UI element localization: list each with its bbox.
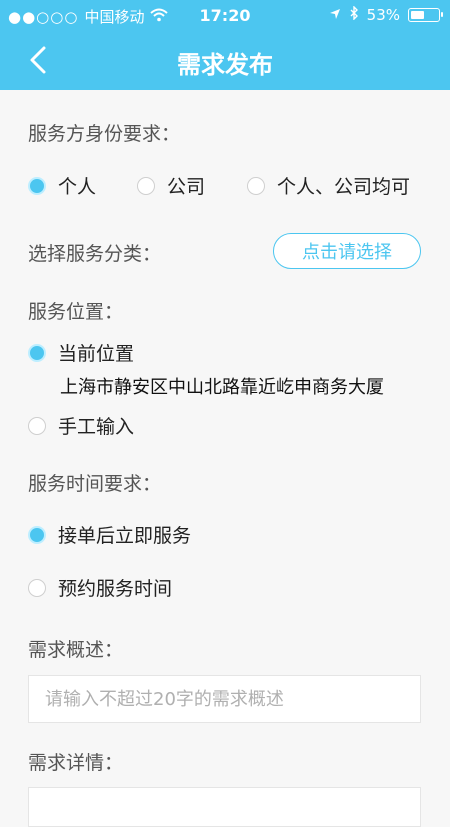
location-option-current[interactable]: 当前位置 [28, 339, 134, 366]
nav-bar: 需求发布 [0, 30, 450, 90]
location-arrow-icon [329, 6, 341, 24]
identity-option-label: 个人 [58, 176, 97, 198]
details-label: 需求详情： [28, 752, 124, 774]
summary-label: 需求概述： [28, 639, 124, 661]
radio-unselected-icon [247, 176, 265, 195]
time-option-immediate[interactable]: 接单后立即服务 [28, 521, 191, 548]
time-option-scheduled[interactable]: 预约服务时间 [28, 574, 172, 601]
time-option-label: 预约服务时间 [58, 578, 173, 600]
radio-selected-icon [28, 525, 46, 544]
summary-field[interactable] [28, 675, 421, 723]
location-option-manual[interactable]: 手工输入 [28, 412, 134, 439]
identity-label: 服务方身份要求： [28, 123, 181, 145]
radio-unselected-icon [137, 176, 155, 195]
identity-option-individual[interactable]: 个人 [28, 172, 96, 199]
radio-unselected-icon [28, 578, 46, 597]
identity-option-label: 公司 [167, 176, 206, 198]
page-title: 需求发布 [177, 51, 273, 79]
summary-input[interactable] [43, 687, 406, 711]
status-bar: ●●○○○ 中国移动 17:20 53% [0, 0, 450, 30]
location-option-label: 当前位置 [58, 343, 135, 365]
identity-option-both[interactable]: 个人、公司均可 [247, 172, 410, 199]
time-requirement-label: 服务时间要求： [28, 473, 162, 495]
category-label: 选择服务分类： [28, 243, 162, 265]
form-content: 服务方身份要求： 个人 公司 个人、公司均可 选择服务分类： 点击请选择 服务位… [0, 90, 450, 827]
bluetooth-icon [349, 5, 359, 24]
current-address: 上海市静安区中山北路靠近屹申商务大厦 [60, 377, 384, 398]
select-category-button[interactable]: 点击请选择 [273, 233, 421, 269]
identity-option-company[interactable]: 公司 [137, 172, 205, 199]
location-option-label: 手工输入 [58, 416, 135, 438]
identity-option-label: 个人、公司均可 [277, 176, 411, 198]
battery-icon [408, 8, 443, 22]
location-label: 服务位置： [28, 301, 124, 323]
radio-unselected-icon [28, 416, 46, 435]
details-field[interactable] [28, 787, 421, 827]
app-header: ●●○○○ 中国移动 17:20 53% 需求发布 [0, 0, 450, 90]
radio-selected-icon [28, 343, 46, 362]
battery-percent: 53% [366, 6, 400, 24]
radio-selected-icon [28, 176, 46, 195]
time-option-label: 接单后立即服务 [58, 525, 192, 547]
